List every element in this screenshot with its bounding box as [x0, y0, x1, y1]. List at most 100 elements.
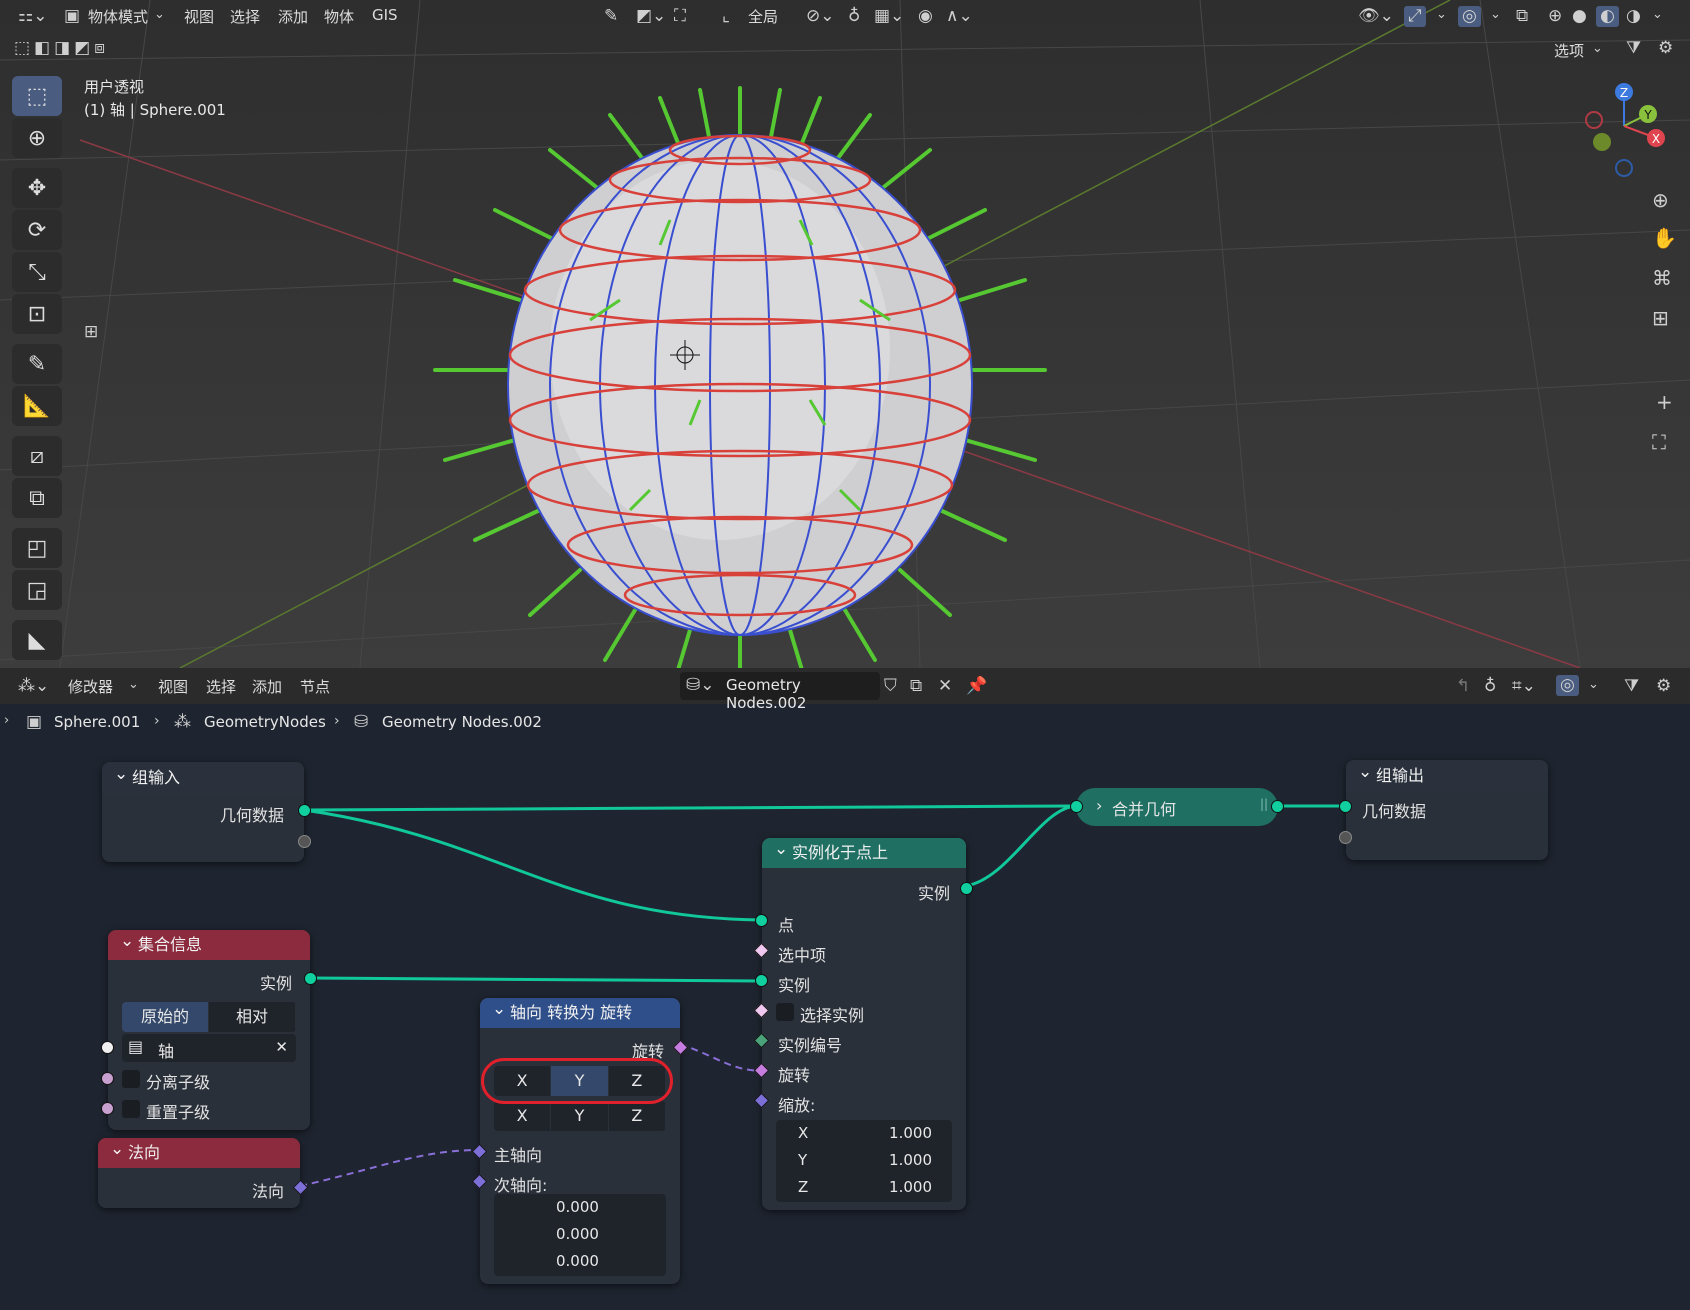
- select-tool[interactable]: ⬚: [12, 76, 62, 116]
- chevron-right-icon[interactable]: ›: [1096, 796, 1102, 815]
- join-geometry-output-socket[interactable]: [1271, 800, 1284, 813]
- collection-info-title[interactable]: 集合信息: [108, 926, 310, 960]
- atr-sec-y-value[interactable]: 0.000: [556, 1225, 599, 1243]
- ci-collection-field[interactable]: ▤ 轴 ✕: [122, 1034, 296, 1062]
- menu-object[interactable]: 物体: [324, 6, 354, 27]
- collection-info-node[interactable]: 集合信息 实例 原始的 相对 ▤ 轴 ✕ 分离子级 重置子级: [101, 926, 317, 1130]
- iop-points-socket[interactable]: [755, 914, 768, 927]
- extrude-tool[interactable]: ⧉: [12, 478, 62, 518]
- menu-add[interactable]: 添加: [278, 6, 308, 27]
- group-output-empty-socket[interactable]: [1339, 831, 1352, 844]
- select-box-mode-icon[interactable]: ⬚◧◨◩⧈: [14, 40, 109, 57]
- scale-tool[interactable]: ⤡: [12, 252, 62, 292]
- visibility-icon[interactable]: 👁⌄: [1358, 8, 1394, 25]
- group-output-geometry-socket[interactable]: [1339, 800, 1352, 813]
- group-input-empty-socket[interactable]: [298, 835, 311, 848]
- menu-select[interactable]: 选择: [230, 6, 260, 27]
- grid-view-icon[interactable]: ⊞: [1652, 308, 1669, 328]
- chevron-down-icon[interactable]: ⌄: [1652, 8, 1663, 21]
- sphere-mesh[interactable]: [420, 70, 1060, 668]
- camera-icon[interactable]: ⌘: [1652, 268, 1672, 288]
- snap-target-icon[interactable]: ▦⌄: [874, 8, 904, 25]
- atr-sec-z-value[interactable]: 0.000: [556, 1252, 599, 1270]
- gizmo-toggle-icon[interactable]: ⤢: [1404, 6, 1426, 27]
- rendered-shading-icon[interactable]: ◑: [1626, 8, 1641, 25]
- frame-icon[interactable]: ⛶: [1652, 432, 1666, 452]
- zoom-icon[interactable]: ⊕: [1652, 190, 1669, 210]
- checker-icon[interactable]: ⊞: [84, 324, 98, 341]
- eyedropper-icon[interactable]: ✎: [604, 8, 618, 25]
- normal-node[interactable]: 法向 法向: [98, 1134, 309, 1208]
- add-cube-tool[interactable]: ⧄: [12, 436, 62, 476]
- group-input-title[interactable]: 组输入: [102, 758, 304, 794]
- ci-reset-children-socket[interactable]: [101, 1102, 114, 1115]
- ci-reset-children-checkbox[interactable]: [122, 1100, 140, 1118]
- select-tool-icon[interactable]: ⛶: [674, 8, 686, 25]
- snap-base-icon[interactable]: ◩⌄: [636, 8, 666, 25]
- material-shading-icon[interactable]: ◐: [1596, 6, 1619, 27]
- overlay-toggle-icon[interactable]: ◎: [1458, 6, 1481, 27]
- atr-sec-x-value[interactable]: 0.000: [556, 1198, 599, 1216]
- atr-pivot-x-button[interactable]: X: [494, 1101, 552, 1131]
- bevel-tool[interactable]: ◰: [12, 528, 62, 568]
- gear-icon[interactable]: ⚙: [1658, 40, 1673, 57]
- hand-pan-icon[interactable]: ✋: [1652, 228, 1677, 248]
- measure-tool[interactable]: 📐: [12, 386, 62, 426]
- join-geometry-node[interactable]: › 合并几何 ||: [1070, 788, 1284, 826]
- join-geometry-input-socket[interactable]: [1070, 800, 1083, 813]
- group-output-node[interactable]: 组输出 几何数据: [1339, 756, 1548, 860]
- normal-title[interactable]: 法向: [98, 1134, 300, 1168]
- ci-mode-original-button[interactable]: 原始的: [122, 1002, 209, 1032]
- pivot-icon[interactable]: ⊘⌄: [806, 8, 835, 25]
- clear-icon[interactable]: ✕: [275, 1038, 288, 1056]
- cursor-tool[interactable]: ⊕: [12, 118, 62, 158]
- atr-pivot-z-button[interactable]: Z: [608, 1101, 666, 1131]
- viewport-area[interactable]: ⚏⌄ ▣ 物体模式 ⌄ 视图 选择 添加 物体 GIS ✎ ◩⌄ ⛶ ⌞ 全局 …: [0, 0, 1690, 668]
- chevron-down-icon[interactable]: ⌄: [1592, 42, 1603, 55]
- ci-instances-output-socket[interactable]: [304, 972, 317, 985]
- group-input-geometry-socket[interactable]: [298, 804, 311, 817]
- transform-tool[interactable]: ⊡: [12, 294, 62, 334]
- chevron-down-icon[interactable]: ⌄: [1490, 8, 1501, 21]
- editor-type-icon[interactable]: ⚏⌄: [18, 8, 47, 25]
- mode-dropdown[interactable]: 物体模式: [88, 6, 148, 27]
- iop-instances-output-socket[interactable]: [960, 882, 973, 895]
- group-output-title[interactable]: 组输出: [1346, 756, 1548, 792]
- align-to-rotation-node[interactable]: 轴向 转换为 旋转 旋转 X Y Z X Y Z 主轴向 次轴向: 0.000 …: [471, 994, 689, 1284]
- iop-scale-vector[interactable]: X 1.000 Y 1.000 Z 1.000: [776, 1120, 952, 1202]
- instance-on-points-node[interactable]: 实例化于点上 实例 点 选中项 实例 选择实例 实例编号 旋转 缩放: X 1.…: [753, 834, 973, 1210]
- iop-scale-x-value[interactable]: 1.000: [889, 1124, 932, 1142]
- ci-separate-children-checkbox[interactable]: [122, 1070, 140, 1088]
- iop-instance-socket[interactable]: [755, 974, 768, 987]
- iop-scale-z-value[interactable]: 1.000: [889, 1178, 932, 1196]
- transform-orientation-icon[interactable]: ⌞: [722, 8, 730, 25]
- knife-tool[interactable]: ◣: [12, 620, 62, 660]
- ci-mode-relative-button[interactable]: 相对: [209, 1002, 296, 1032]
- align-to-rotation-title[interactable]: 轴向 转换为 旋转: [480, 994, 680, 1028]
- instance-on-points-title[interactable]: 实例化于点上: [762, 834, 966, 868]
- menu-view[interactable]: 视图: [184, 6, 214, 27]
- iop-pick-instance-checkbox[interactable]: [776, 1003, 794, 1021]
- menu-gis[interactable]: GIS: [372, 6, 398, 24]
- transform-dropdown[interactable]: 全局: [748, 6, 778, 27]
- chevron-down-icon[interactable]: ⌄: [1436, 8, 1447, 21]
- atr-pivot-y-button[interactable]: Y: [551, 1101, 609, 1131]
- filter-icon[interactable]: ⧩: [1626, 40, 1641, 57]
- navigation-gizmo[interactable]: Z Y X: [1576, 78, 1676, 182]
- snap-icon[interactable]: ♁: [848, 8, 860, 25]
- inset-tool[interactable]: ◲: [12, 570, 62, 610]
- annotate-tool[interactable]: ✎: [12, 344, 62, 384]
- move-tool[interactable]: ✥: [12, 168, 62, 208]
- group-input-node[interactable]: 组输入 几何数据: [102, 758, 311, 862]
- wireframe-shading-icon[interactable]: ⊕: [1548, 8, 1562, 25]
- ci-separate-children-socket[interactable]: [101, 1072, 114, 1085]
- node-editor-area[interactable]: ⁂⌄ 修改器 ⌄ 视图 选择 添加 节点 ⛁⌄ Geometry Nodes.0…: [0, 668, 1690, 1310]
- atr-secondary-vector[interactable]: 0.000 0.000 0.000: [494, 1194, 666, 1276]
- plus-icon[interactable]: +: [1656, 392, 1673, 412]
- rotate-tool[interactable]: ⟳: [12, 210, 62, 250]
- options-dropdown[interactable]: 选项: [1554, 40, 1584, 61]
- proportional-edit-icon[interactable]: ◉: [918, 8, 933, 25]
- solid-shading-icon[interactable]: ●: [1572, 8, 1587, 25]
- ci-collection-socket[interactable]: [101, 1041, 114, 1054]
- iop-scale-y-value[interactable]: 1.000: [889, 1151, 932, 1169]
